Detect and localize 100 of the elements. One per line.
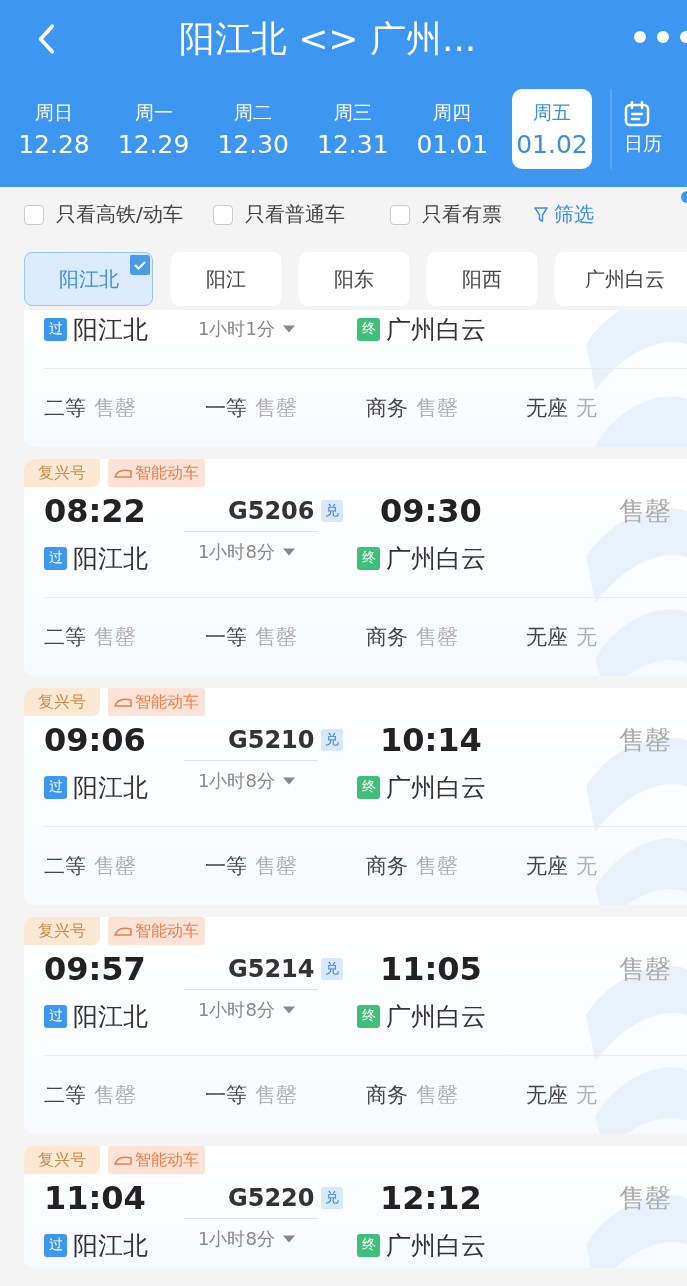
station-name: 阳江北: [73, 1000, 148, 1033]
duration-toggle[interactable]: 1小时8分: [184, 988, 318, 1030]
filter-checkbox[interactable]: 只看高铁/动车: [24, 201, 183, 228]
duration-toggle[interactable]: 1小时1分: [184, 310, 318, 349]
more-icon[interactable]: [633, 30, 687, 44]
station-chip[interactable]: 广州白云: [555, 252, 687, 306]
date-tab[interactable]: 周三 12.31: [312, 89, 393, 169]
departure-time: 08:22: [44, 492, 147, 530]
train-tag: 复兴号: [24, 917, 100, 945]
date-tab[interactable]: 周一 12.29: [113, 89, 194, 169]
calendar-button[interactable]: 日历: [609, 89, 662, 169]
train-number: G5214: [228, 955, 315, 983]
seat-availability: 售罄: [94, 624, 136, 651]
train-icon: [114, 697, 132, 707]
station-chip[interactable]: 阳东: [299, 252, 409, 306]
date-tab[interactable]: 周日 12.28: [14, 89, 94, 169]
seat-class: 商务: [365, 1082, 408, 1109]
train-tag: 智能动车: [108, 459, 205, 487]
check-icon: [130, 255, 150, 275]
departure-time: 09:06: [44, 721, 147, 759]
ticket-status: 售罄: [619, 723, 671, 757]
train-card[interactable]: 复兴号 智能动车 09:06 G5210 兑 10:14 售罄 过 阳江北 1小时8分 终 广州白云 二等 售罄 一等 售罄 商务 售罄 无座 无: [24, 688, 687, 905]
station-mark: 终: [357, 317, 380, 341]
seat-class: 二等: [44, 1082, 86, 1109]
train-tag: 智能动车: [108, 1146, 205, 1174]
seat-class: 无座: [526, 853, 569, 880]
train-card[interactable]: 复兴号 智能动车 08:22 G5206 兑 09:30 售罄 过 阳江北 1小时8分 终 广州白云 二等 售罄 一等 售罄 商务 售罄 无座 无: [24, 459, 687, 676]
station-chip[interactable]: 阳江: [171, 252, 281, 306]
seat-class: 商务: [365, 395, 408, 422]
caret-icon: [282, 776, 295, 785]
ticket-status: 售罄: [619, 1181, 671, 1215]
seat-availability: 售罄: [415, 853, 458, 880]
seat-availability: 售罄: [254, 1082, 297, 1109]
train-number: G5206: [228, 497, 315, 525]
seat-class: 商务: [365, 624, 408, 651]
train-card[interactable]: 过 阳江北 1小时1分 终 广州白云 二等 售罄 一等 售罄 商务 售罄 无座 无: [24, 310, 687, 447]
seat-availability: 无: [576, 1082, 598, 1109]
train-tag: 复兴号: [24, 688, 100, 716]
arrival-time: 12:12: [380, 1179, 483, 1217]
station-mark: 过: [44, 546, 67, 570]
seat-class: 二等: [44, 624, 86, 651]
seat-availability: 售罄: [94, 1082, 136, 1109]
station-name: 广州白云: [386, 1000, 486, 1033]
seat-class: 一等: [204, 853, 247, 880]
caret-icon: [282, 547, 295, 556]
exchange-badge: 兑: [320, 729, 343, 751]
seat-availability: 售罄: [415, 1082, 458, 1109]
exchange-badge: 兑: [320, 958, 343, 980]
filter-button[interactable]: 筛选: [533, 201, 594, 228]
train-tag: 复兴号: [24, 1146, 100, 1174]
station-mark: 终: [357, 1233, 380, 1257]
date-tab[interactable]: 周五 01.02: [511, 89, 592, 169]
caret-icon: [282, 1005, 295, 1014]
station-name: 广州白云: [386, 1229, 486, 1262]
departure-time: 11:04: [44, 1179, 147, 1217]
station-mark: 过: [44, 775, 67, 799]
caret-icon: [282, 325, 295, 333]
station-chip[interactable]: 阳西: [427, 252, 537, 306]
station-name: 广州白云: [386, 771, 486, 804]
station-name: 广州白云: [386, 542, 486, 575]
departure-time: 09:57: [44, 950, 147, 988]
station-chip[interactable]: 阳江北: [24, 252, 153, 306]
station-name: 广州白云: [386, 313, 486, 346]
seat-class: 二等: [44, 853, 86, 880]
train-number: G5210: [228, 726, 315, 754]
train-tag: 智能动车: [108, 917, 205, 945]
seat-availability: 售罄: [254, 624, 297, 651]
station-mark: 终: [357, 546, 380, 570]
arrival-time: 11:05: [380, 950, 483, 988]
seat-class: 无座: [526, 395, 569, 422]
calendar-icon: [623, 101, 650, 127]
caret-icon: [282, 1234, 295, 1243]
duration-toggle[interactable]: 1小时8分: [184, 530, 318, 572]
seat-class: 无座: [526, 1082, 569, 1109]
seat-class: 一等: [204, 1082, 247, 1109]
train-icon: [114, 926, 132, 936]
arrival-time: 09:30: [380, 492, 483, 530]
filter-checkbox[interactable]: 只看有票: [389, 201, 502, 228]
seat-class: 无座: [526, 624, 569, 651]
page-title: 阳江北 <> 广州...: [177, 16, 478, 61]
date-tab[interactable]: 周四 01.01: [412, 89, 493, 169]
station-mark: 终: [357, 775, 380, 799]
date-tab[interactable]: 周二 12.30: [213, 89, 294, 169]
seat-availability: 售罄: [94, 395, 136, 422]
seat-class: 一等: [204, 395, 247, 422]
ticket-status: 售罄: [619, 494, 671, 528]
seat-class: 二等: [44, 395, 86, 422]
seat-availability: 无: [576, 624, 598, 651]
seat-availability: 售罄: [254, 853, 297, 880]
ticket-status: 售罄: [619, 952, 671, 986]
train-card[interactable]: 复兴号 智能动车 11:04 G5220 兑 12:12 售罄 过 阳江北 1小时8分 终 广州白云: [24, 1146, 687, 1268]
filter-checkbox[interactable]: 只看普通车: [212, 201, 345, 228]
duration-toggle[interactable]: 1小时8分: [184, 1217, 318, 1259]
seat-availability: 售罄: [415, 624, 458, 651]
exchange-badge: 兑: [320, 500, 343, 522]
train-card[interactable]: 复兴号 智能动车 09:57 G5214 兑 11:05 售罄 过 阳江北 1小时8分 终 广州白云 二等 售罄 一等 售罄 商务 售罄 无座 无: [24, 917, 687, 1134]
duration-toggle[interactable]: 1小时8分: [184, 759, 318, 801]
exchange-badge: 兑: [320, 1187, 343, 1209]
train-tag: 复兴号: [24, 459, 100, 487]
seat-availability: 售罄: [94, 853, 136, 880]
